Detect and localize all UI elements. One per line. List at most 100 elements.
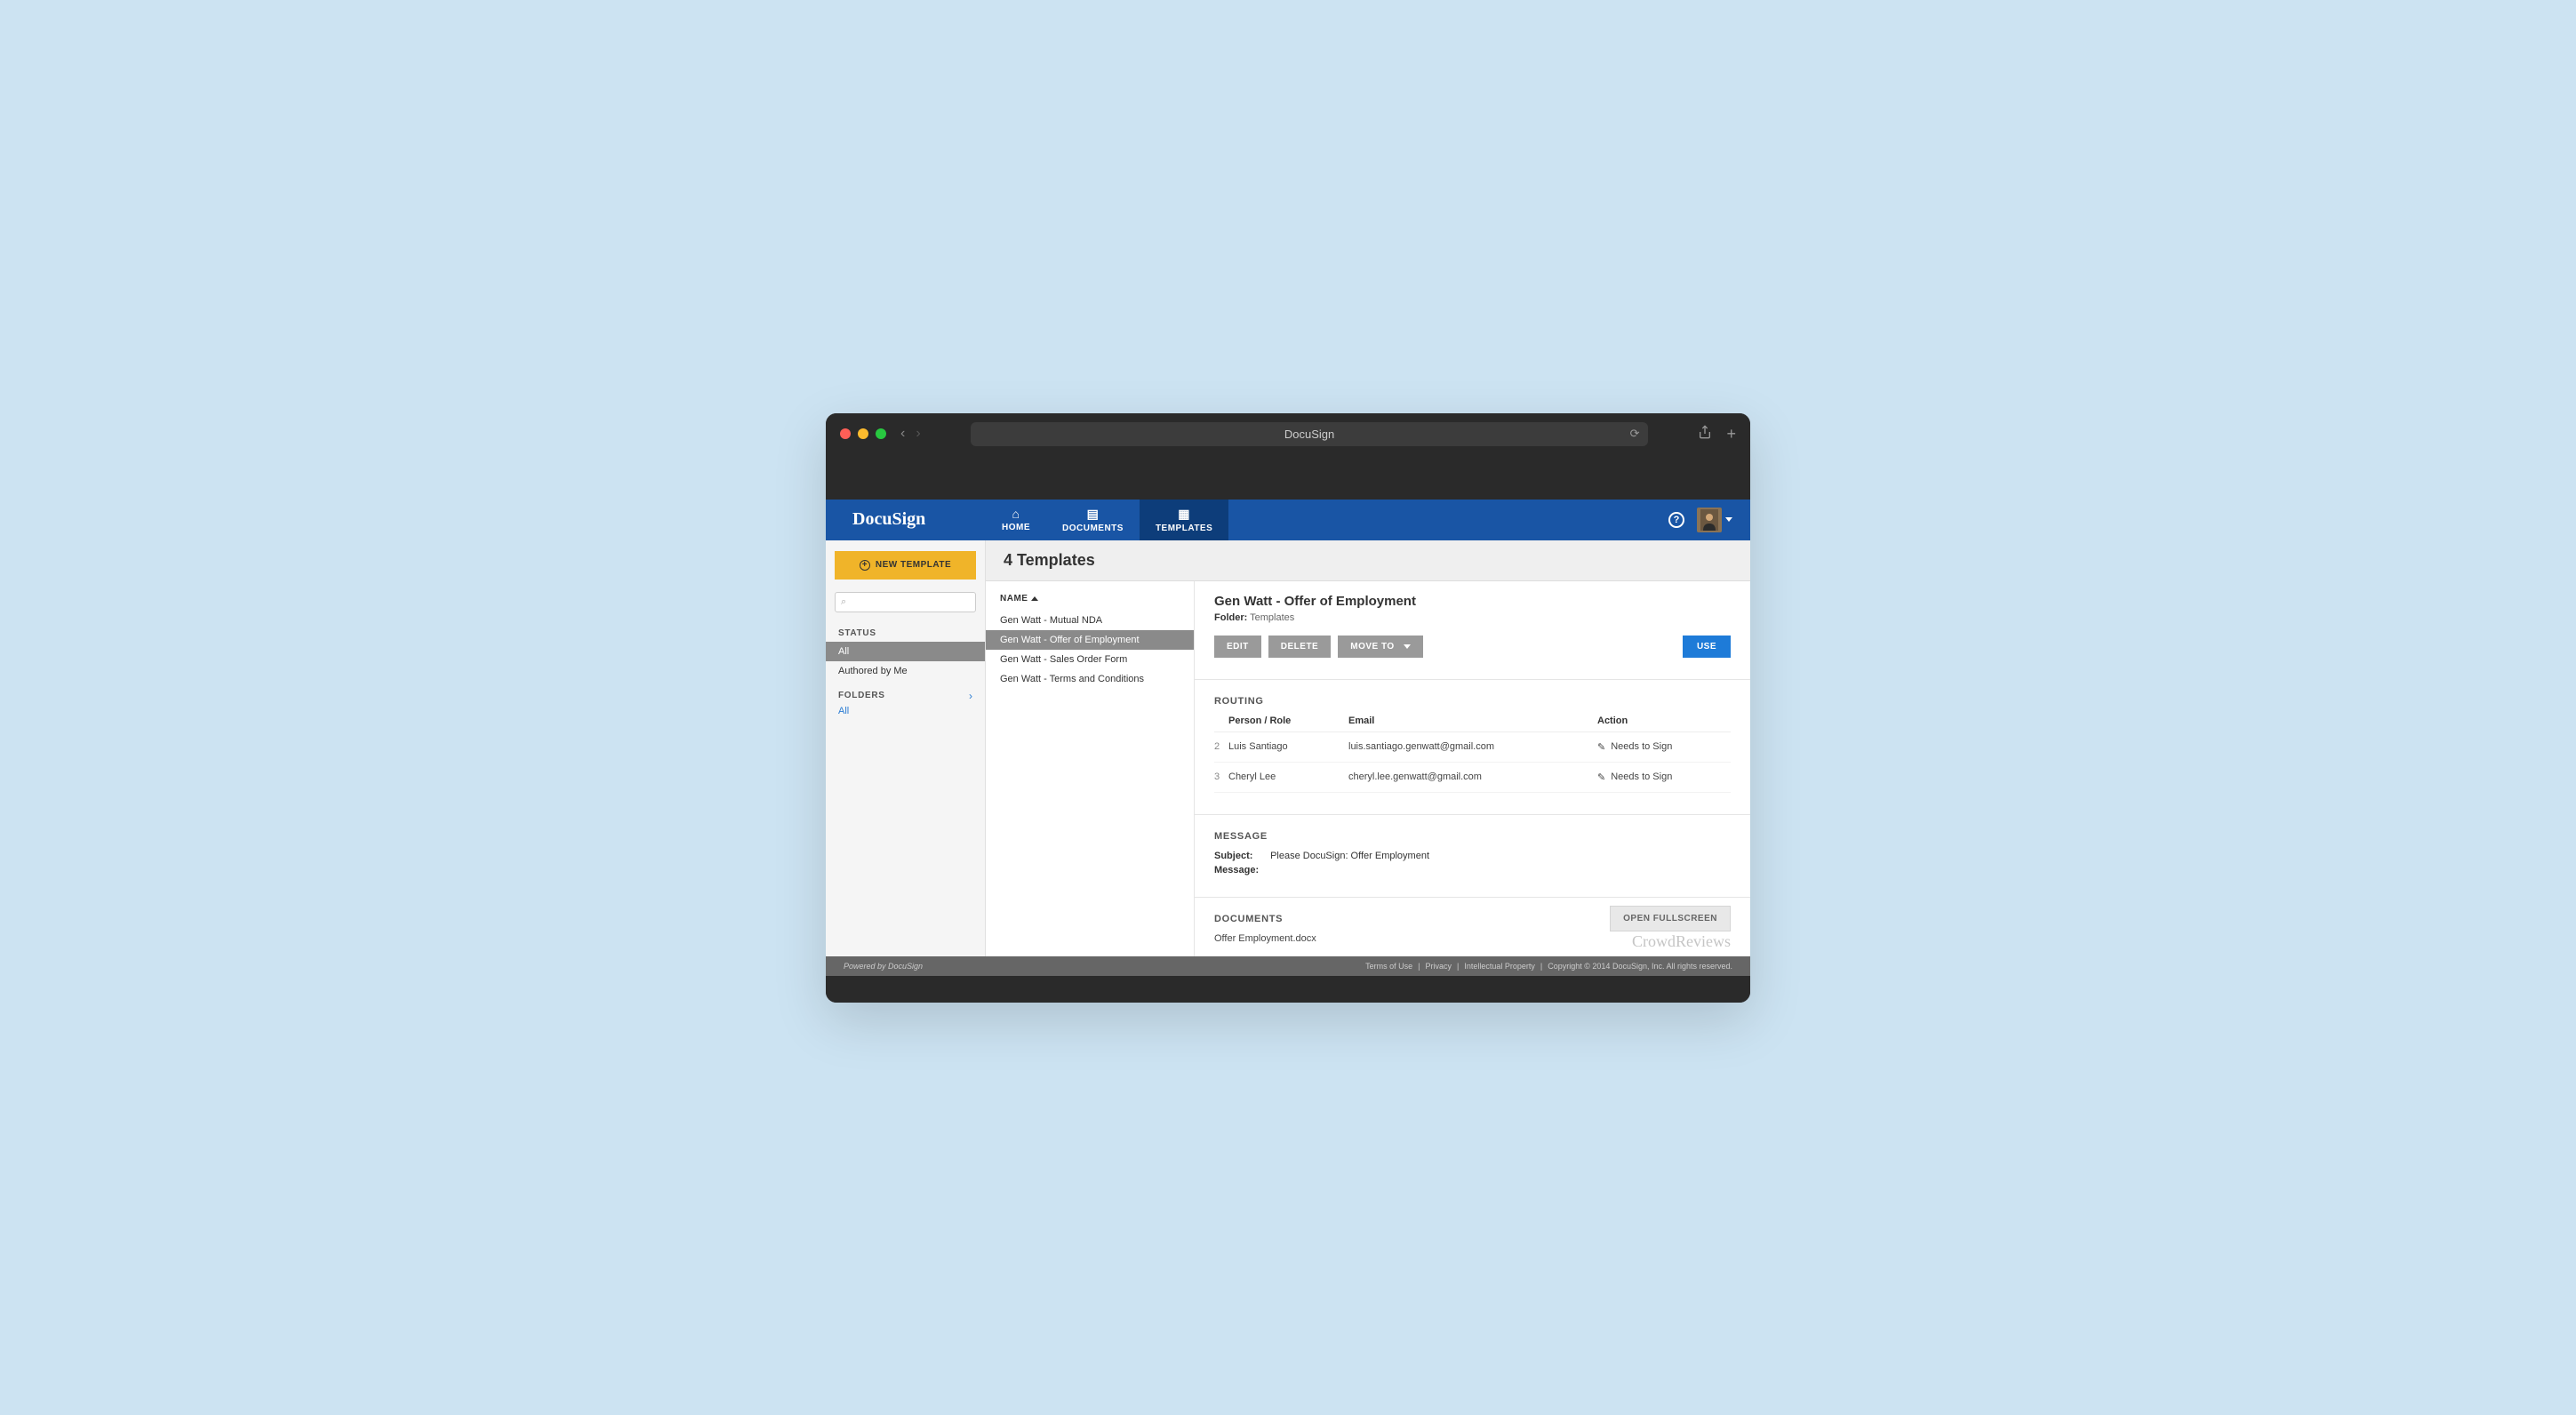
help-icon[interactable]: ? [1668,512,1684,528]
search-icon: ⌕ [841,596,846,608]
folders-all-link[interactable]: All [826,704,985,723]
user-menu[interactable] [1697,508,1732,532]
use-button[interactable]: USE [1683,636,1731,658]
delete-button[interactable]: DELETE [1268,636,1331,658]
browser-bottom-bar [826,976,1750,1003]
sort-asc-icon [1031,596,1038,601]
routing-table: Person / Role Email Action 2 Luis Santia… [1214,715,1731,793]
page-title: 4 Templates [1004,551,1732,570]
forward-button[interactable]: › [916,426,920,442]
app-body: + NEW TEMPLATE ⌕ STATUS All Authored by … [826,540,1750,956]
app-footer: Powered by DocuSign Terms of Use| Privac… [826,956,1750,976]
move-to-button[interactable]: MOVE TO [1338,636,1422,658]
row-email: cheryl.lee.genwatt@gmail.com [1348,771,1597,783]
template-list: NAME Gen Watt - Mutual NDA Gen Watt - Of… [986,581,1195,956]
header-right: ? [1668,500,1750,540]
plus-icon: + [860,560,870,571]
detail-title: Gen Watt - Offer of Employment [1214,594,1731,609]
col-email-header: Email [1348,715,1597,726]
folders-heading: FOLDERS [838,691,885,700]
browser-chrome: ‹ › DocuSign ⟳ + [826,413,1750,455]
row-action: ✎ Needs to Sign [1597,741,1731,753]
footer-link[interactable]: Terms of Use [1365,962,1412,971]
subject-label: Subject: [1214,851,1268,861]
url-bar[interactable]: DocuSign ⟳ [971,422,1649,446]
minimize-window-button[interactable] [858,428,868,439]
watermark: CrowdReviews [1632,932,1731,951]
footer-links: Terms of Use| Privacy| Intellectual Prop… [1365,962,1732,971]
chevron-right-icon: › [969,690,972,702]
nav-templates-label: TEMPLATES [1156,524,1212,533]
main-content: 4 Templates NAME Gen Watt - Mutual NDA G… [986,540,1750,956]
footer-link[interactable]: Privacy [1426,962,1452,971]
search-input[interactable] [850,596,970,607]
detail-pane: Gen Watt - Offer of Employment Folder: T… [1195,581,1750,956]
row-person: Cheryl Lee [1228,771,1348,783]
list-header-label: NAME [1000,594,1028,604]
subject-row: Subject: Please DocuSign: Offer Employme… [1214,851,1731,861]
action-text: Needs to Sign [1611,771,1672,782]
template-item[interactable]: Gen Watt - Terms and Conditions [986,669,1194,689]
template-item[interactable]: Gen Watt - Sales Order Form [986,650,1194,669]
new-template-button[interactable]: + NEW TEMPLATE [835,551,976,580]
back-button[interactable]: ‹ [900,426,905,442]
pencil-icon: ✎ [1597,771,1605,783]
routing-row: 2 Luis Santiago luis.santiago.genwatt@gm… [1214,732,1731,763]
col-person-header: Person / Role [1228,715,1348,726]
avatar [1697,508,1722,532]
url-text: DocuSign [1284,428,1334,441]
subject-value: Please DocuSign: Offer Employment [1270,851,1429,861]
caret-down-icon [1404,644,1411,649]
row-action: ✎ Needs to Sign [1597,771,1731,783]
nav-templates[interactable]: ▦ TEMPLATES [1140,500,1228,540]
template-item[interactable]: Gen Watt - Mutual NDA [986,611,1194,630]
browser-nav: ‹ › [900,426,921,442]
home-icon: ⌂ [1012,507,1020,521]
message-section: MESSAGE Subject: Please DocuSign: Offer … [1214,815,1731,875]
page-header: 4 Templates [986,540,1750,581]
nav-home[interactable]: ⌂ HOME [986,500,1046,540]
folder-value: Templates [1250,612,1294,623]
footer-powered: Powered by DocuSign [844,962,923,971]
open-fullscreen-button[interactable]: OPEN FULLSCREEN [1610,906,1731,931]
edit-button[interactable]: EDIT [1214,636,1261,658]
routing-header-row: Person / Role Email Action [1214,715,1731,732]
document-icon: ▤ [1087,507,1100,522]
row-email: luis.santiago.genwatt@gmail.com [1348,741,1597,753]
row-index: 3 [1214,771,1228,783]
logo[interactable]: DocuSign [826,500,986,540]
nav-documents-label: DOCUMENTS [1062,524,1124,533]
search-box[interactable]: ⌕ [835,592,976,612]
browser-actions: + [1698,425,1736,444]
move-to-label: MOVE TO [1350,642,1394,652]
reload-icon[interactable]: ⟳ [1630,427,1640,441]
nav-documents[interactable]: ▤ DOCUMENTS [1046,500,1140,540]
folders-section[interactable]: FOLDERS › [826,681,985,704]
maximize-window-button[interactable] [876,428,886,439]
list-sort-header[interactable]: NAME [986,594,1194,611]
template-icon: ▦ [1178,507,1190,522]
nav-home-label: HOME [1002,523,1030,532]
close-window-button[interactable] [840,428,851,439]
row-person: Luis Santiago [1228,741,1348,753]
browser-tab-strip [826,455,1750,500]
new-template-label: NEW TEMPLATE [876,560,951,570]
browser-window: ‹ › DocuSign ⟳ + DocuSign ⌂ HOME ▤ DOCUM… [826,413,1750,1003]
message-row: Message: [1214,865,1731,875]
action-text: Needs to Sign [1611,741,1672,752]
app-header: DocuSign ⌂ HOME ▤ DOCUMENTS ▦ TEMPLATES … [826,500,1750,540]
routing-section: ROUTING Person / Role Email Action 2 Lui… [1214,680,1731,793]
col-action-header: Action [1597,715,1731,726]
traffic-lights [840,428,886,439]
share-icon[interactable] [1698,425,1712,444]
status-all[interactable]: All [826,642,985,661]
template-item[interactable]: Gen Watt - Offer of Employment [986,630,1194,650]
content-split: NAME Gen Watt - Mutual NDA Gen Watt - Of… [986,581,1750,956]
new-tab-button[interactable]: + [1726,425,1736,444]
pencil-icon: ✎ [1597,741,1605,753]
detail-folder: Folder: Templates [1214,612,1731,623]
status-authored-by-me[interactable]: Authored by Me [826,661,985,681]
footer-copyright: Copyright © 2014 DocuSign, Inc. All righ… [1548,962,1732,971]
footer-link[interactable]: Intellectual Property [1464,962,1535,971]
folder-label: Folder: [1214,612,1247,623]
